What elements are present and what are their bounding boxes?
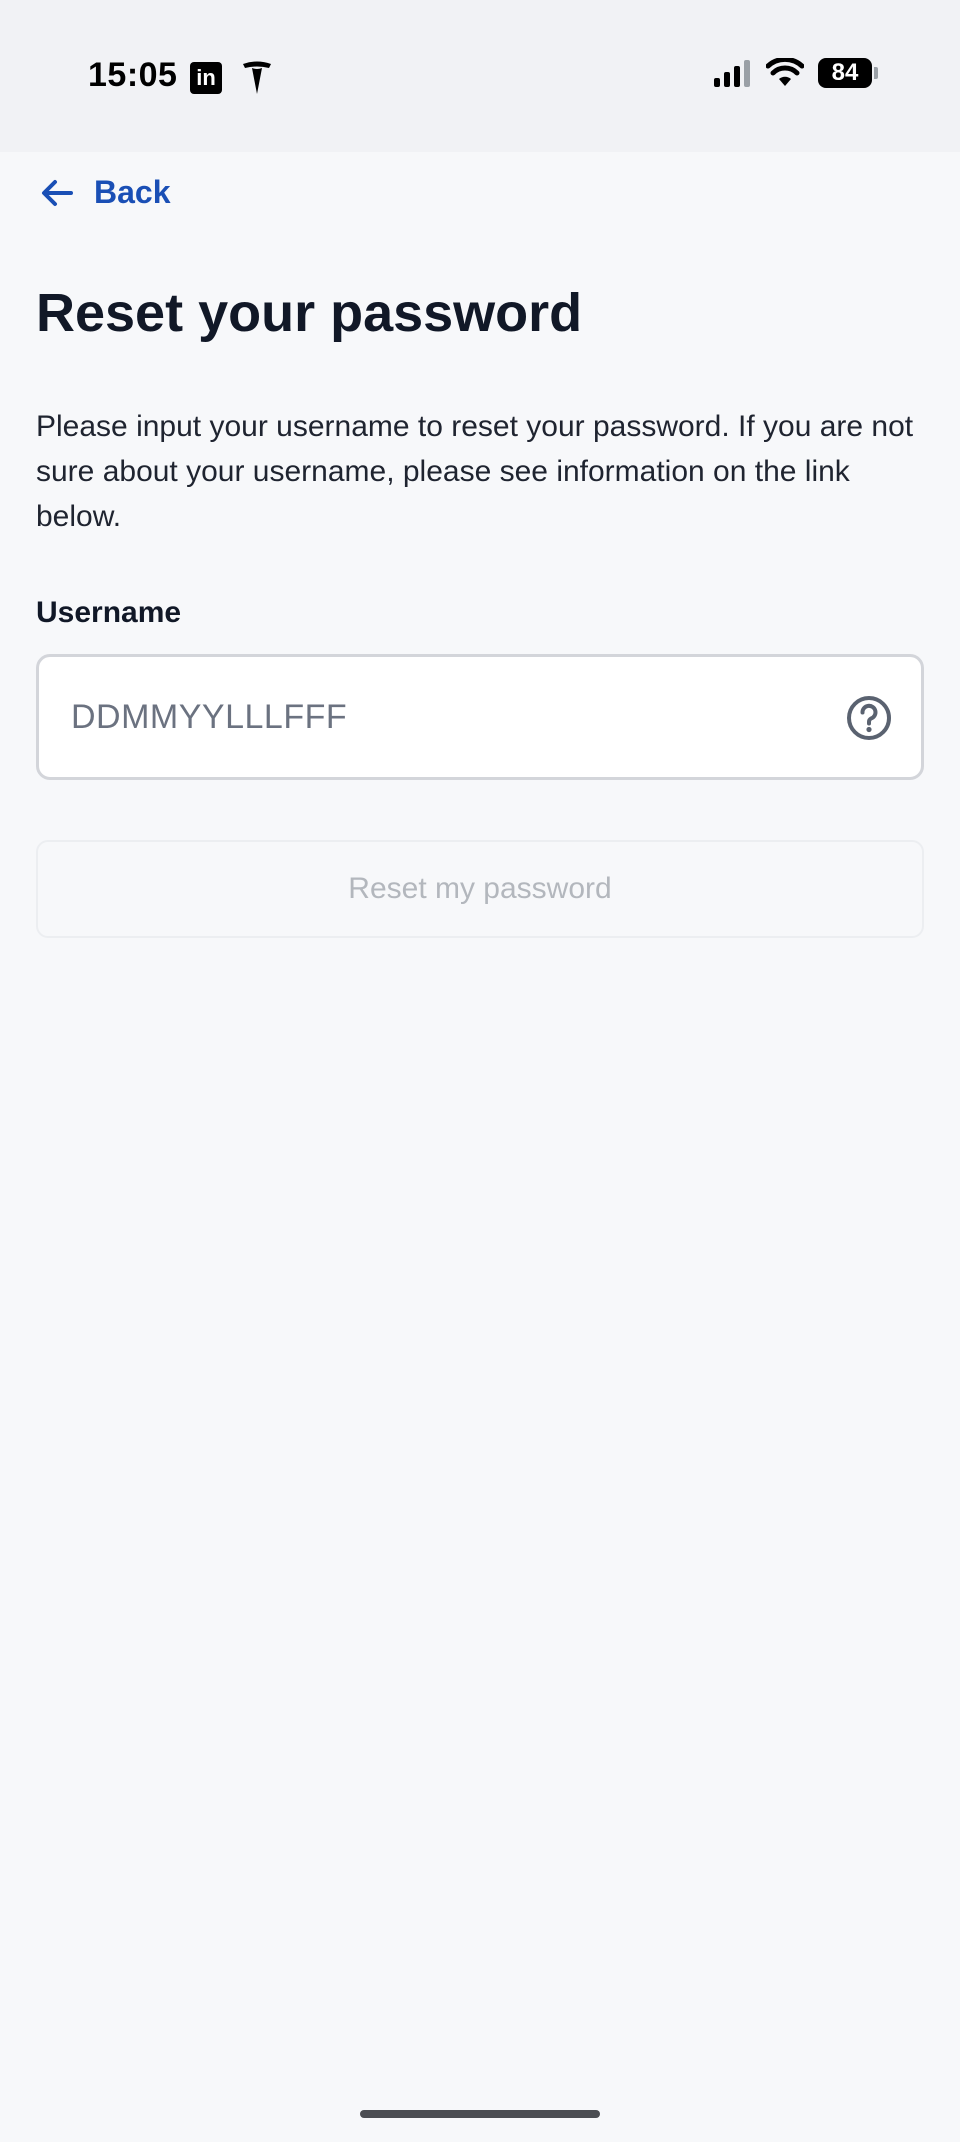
page-title: Reset your password xyxy=(36,283,583,343)
username-field-container xyxy=(36,654,924,780)
arrow-left-icon xyxy=(42,179,73,206)
wifi-icon xyxy=(766,58,804,86)
username-label: Username xyxy=(36,596,182,629)
battery-indicator: 84 xyxy=(818,58,878,88)
back-label: Back xyxy=(94,174,171,210)
reset-password-button[interactable]: Reset my password xyxy=(36,840,924,938)
username-input[interactable] xyxy=(71,657,831,777)
question-circle-icon[interactable] xyxy=(845,694,893,742)
system-status: 84 xyxy=(712,58,878,88)
linkedin-icon: in xyxy=(190,62,222,94)
status-bar: 15:05 in 84 xyxy=(0,0,960,152)
home-indicator[interactable] xyxy=(360,2110,600,2118)
notification-icons: in xyxy=(190,60,274,96)
page-description: Please input your username to reset your… xyxy=(36,410,914,533)
status-time: 15:05 xyxy=(88,56,178,94)
cellular-signal-icon xyxy=(714,60,750,87)
back-button[interactable]: Back xyxy=(40,174,171,211)
tesla-icon xyxy=(243,61,271,94)
